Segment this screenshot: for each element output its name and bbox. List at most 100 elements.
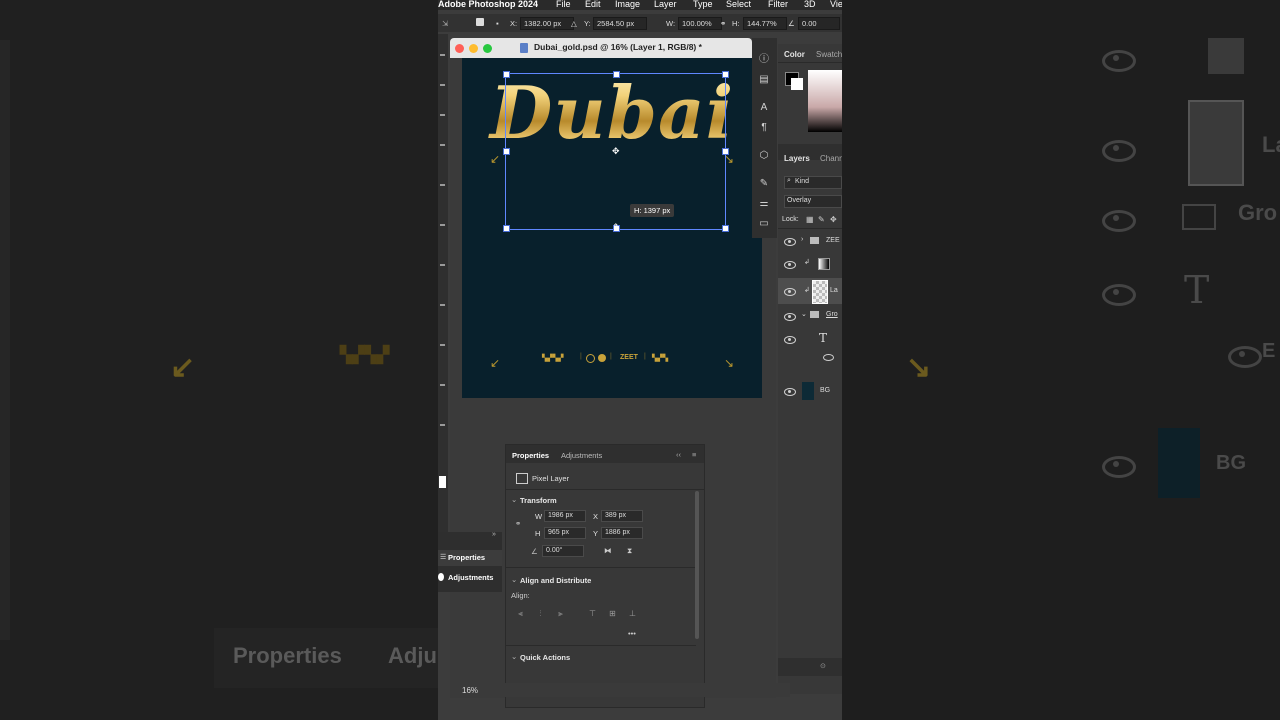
tool-icon[interactable] [440,264,445,266]
3d-cube-icon[interactable]: ⬡ [758,150,770,162]
menu-edit[interactable]: Edit [585,0,601,9]
chevron-right-icon[interactable]: › [801,236,803,243]
layer-row[interactable]: T [778,328,842,350]
minimize-window-icon[interactable] [469,44,478,53]
reference-point-icon[interactable]: ▪ [496,19,499,28]
lock-move-icon[interactable]: ✥ [830,215,837,224]
angle-field[interactable]: 0.00° [542,545,584,557]
panel-menu-icon[interactable]: ≡ [692,450,696,459]
angle-input[interactable]: 0.00 [798,17,840,30]
layer-row[interactable]: ↲ [778,252,842,274]
eye-icon[interactable] [823,354,834,361]
h-input[interactable]: 144.77% [743,17,787,30]
eye-icon[interactable] [784,336,796,344]
close-window-icon[interactable] [455,44,464,53]
y-input[interactable]: 2584.50 px [593,17,647,30]
history-icon[interactable]: ▤ [758,74,770,86]
tool-icon[interactable] [440,304,445,306]
transform-handle[interactable] [503,225,510,232]
menu-view[interactable]: Vie [830,0,842,9]
background-color-icon[interactable] [791,78,803,90]
menu-type[interactable]: Type [693,0,713,9]
height-field[interactable]: 965 px [544,527,586,539]
maximize-window-icon[interactable] [483,44,492,53]
menu-image[interactable]: Image [615,0,640,9]
tab-layers[interactable]: Layers [784,154,810,163]
mini-adjustments-tab[interactable]: Adjustments [438,570,502,586]
tab-properties[interactable]: Properties [512,451,549,460]
artboard[interactable]: Dubai ↙ ↘ ↙ ↘ ✥ ⇕ H: 1397 px ▚▞▚▞ | | ZE… [462,58,762,398]
w-input[interactable]: 100.00% [678,17,722,30]
mini-properties-tab[interactable]: ☰ Properties [438,550,502,566]
gradient-icon[interactable]: ▭ [758,218,770,230]
lock-pixels-icon[interactable]: ▦ [806,215,814,224]
collapse-icon[interactable]: ‹‹ [676,450,681,459]
transform-handle[interactable] [503,71,510,78]
kind-filter[interactable]: ⌕ Kind [784,176,842,189]
transform-selection[interactable]: ✥ ⇕ [503,71,729,232]
transform-handle[interactable] [722,148,729,155]
paragraph-icon[interactable]: ¶ [758,122,770,134]
blend-mode-select[interactable]: Overlay [784,195,842,208]
eye-icon[interactable] [784,313,796,321]
flip-vertical-icon[interactable]: ⧗ [627,546,632,556]
align-middle-icon[interactable]: ⊞ [608,609,617,618]
transform-handle[interactable] [613,71,620,78]
menu-3d[interactable]: 3D [804,0,816,9]
more-options-icon[interactable]: ••• [628,629,636,638]
link-icon[interactable]: ⚭ [720,19,726,28]
brush-icon[interactable]: ✎ [758,178,770,190]
tool-icon[interactable] [440,384,445,386]
tab-adjustments[interactable]: Adjustments [561,451,602,460]
layer-row[interactable]: ⌄ Gro [778,306,842,328]
y-field[interactable]: 1886 px [601,527,643,539]
checkbox-icon[interactable] [476,18,484,26]
chevron-down-icon[interactable]: ⌄ [511,575,517,584]
eye-icon[interactable] [784,288,796,296]
color-picker-field[interactable] [808,70,842,132]
chevron-down-icon[interactable]: ⌄ [511,652,517,661]
eye-icon[interactable] [784,261,796,269]
expand-icon[interactable]: » [492,531,496,538]
tool-icon[interactable] [440,184,445,186]
character-icon[interactable]: A [758,102,770,114]
link-layers-icon[interactable]: ⊙ [820,662,826,670]
adjustments-sliders-icon[interactable]: ⚌ [758,198,770,210]
lock-brush-icon[interactable]: ✎ [818,215,825,224]
menu-file[interactable]: File [556,0,571,9]
align-bottom-icon[interactable]: ⊥ [628,609,637,618]
info-icon[interactable]: ⓘ [758,54,770,66]
document-tab[interactable]: Dubai_gold.psd @ 16% (Layer 1, RGB/8) * [450,38,752,58]
menu-filter[interactable]: Filter [768,0,788,9]
tool-icon[interactable] [440,424,445,426]
scrollbar[interactable] [695,491,699,639]
chevron-down-icon[interactable]: ⌄ [511,495,517,504]
tool-icon[interactable] [440,84,445,86]
align-right-icon[interactable]: ⫸ [556,609,565,618]
transform-handle[interactable] [722,225,729,232]
foreground-color-swatch[interactable] [439,476,446,488]
link-dimensions-icon[interactable]: ⚭ [515,519,521,528]
zoom-level[interactable]: 16% [462,686,478,695]
menu-select[interactable]: Select [726,0,751,9]
tool-icon[interactable] [440,144,445,146]
width-field[interactable]: 1986 px [544,510,586,522]
menu-layer[interactable]: Layer [654,0,677,9]
align-header[interactable]: Align and Distribute [520,576,591,585]
x-field[interactable]: 389 px [601,510,643,522]
eye-icon[interactable] [784,388,796,396]
layer-row[interactable]: BG [778,380,842,402]
tool-icon[interactable] [440,54,445,56]
tab-channels[interactable]: Chann [820,154,842,163]
quick-actions-header[interactable]: Quick Actions [520,653,570,662]
tab-color[interactable]: Color [784,50,805,59]
tool-icon[interactable] [440,114,445,116]
transform-handle[interactable] [503,148,510,155]
tool-icon[interactable] [440,224,445,226]
chevron-down-icon[interactable]: ⌄ [801,310,807,318]
tab-swatches[interactable]: Swatch [816,50,842,59]
align-top-icon[interactable]: ⊤ [588,609,597,618]
transform-handle[interactable] [722,71,729,78]
align-left-icon[interactable]: ⫷ [516,609,525,618]
x-input[interactable]: 1382.00 px [520,17,574,30]
